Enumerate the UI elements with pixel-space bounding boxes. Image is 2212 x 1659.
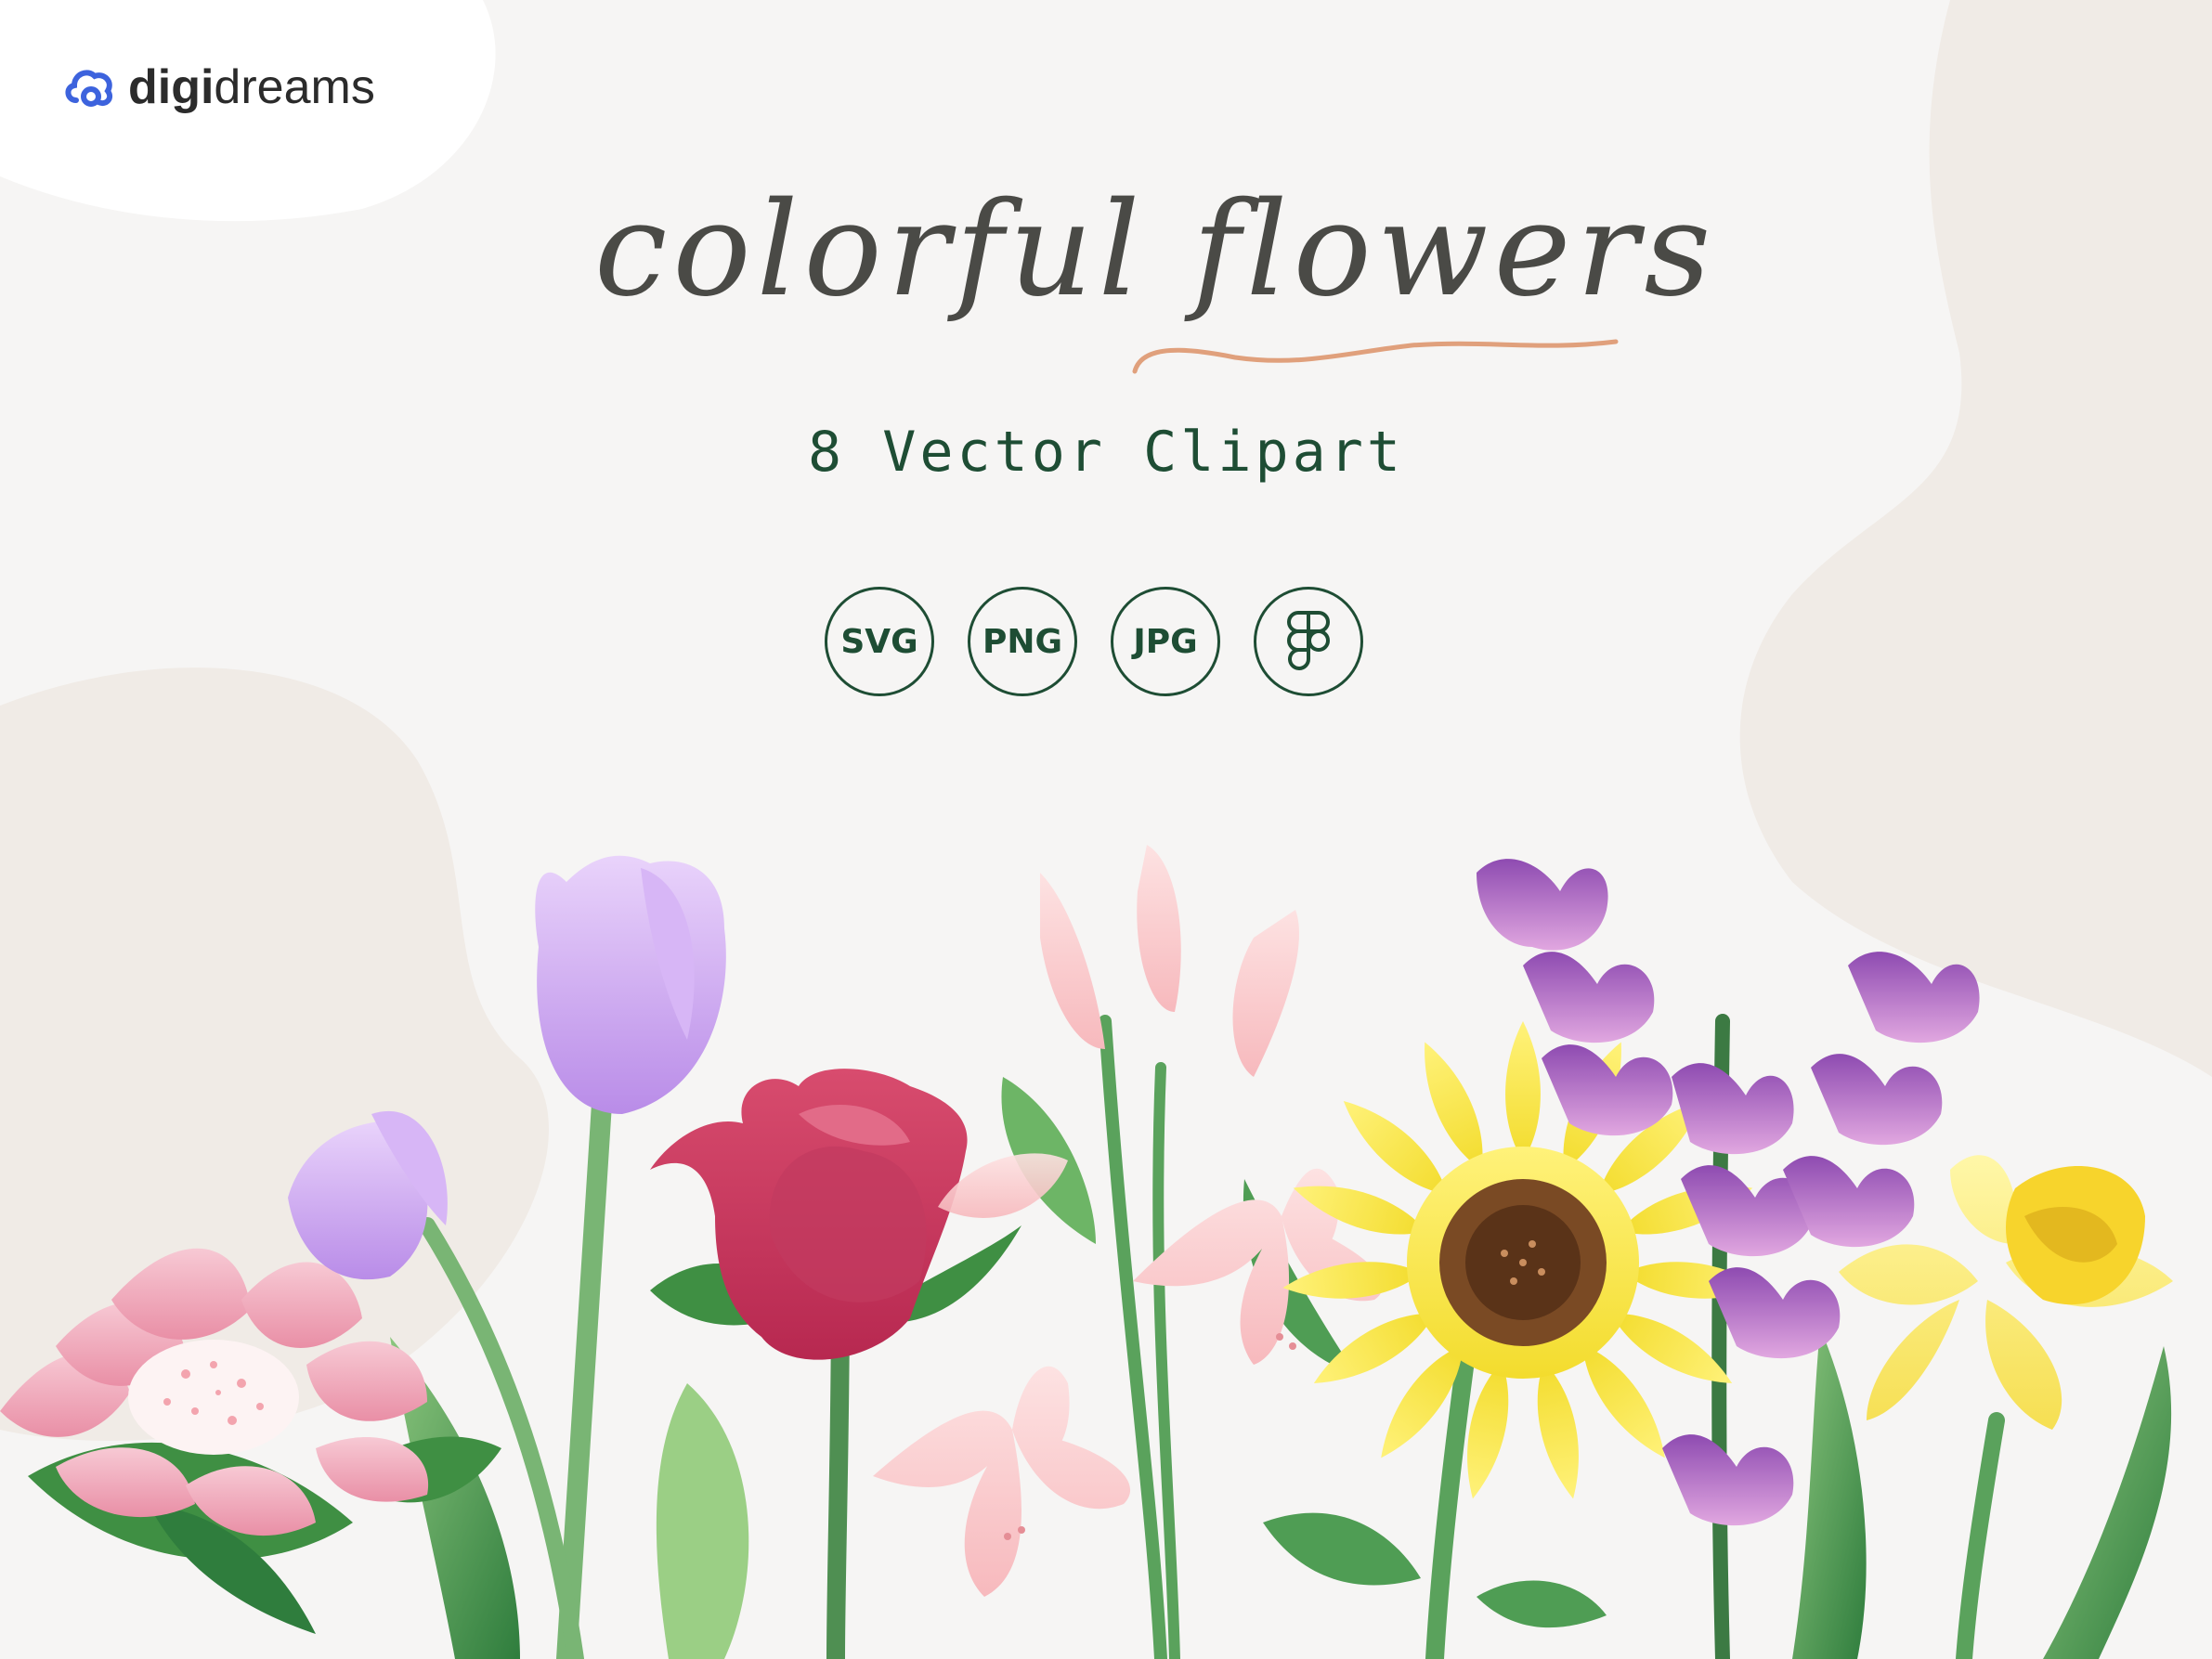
cover-page: digidreams colorful flowers 8 Vector Cli… (0, 0, 2212, 1659)
small-tulip (288, 1110, 448, 1280)
lotus-flower (0, 1248, 501, 1634)
large-tulip (535, 855, 726, 1114)
flowers-illustration (0, 845, 2173, 1659)
lily-flowers (873, 845, 1383, 1597)
